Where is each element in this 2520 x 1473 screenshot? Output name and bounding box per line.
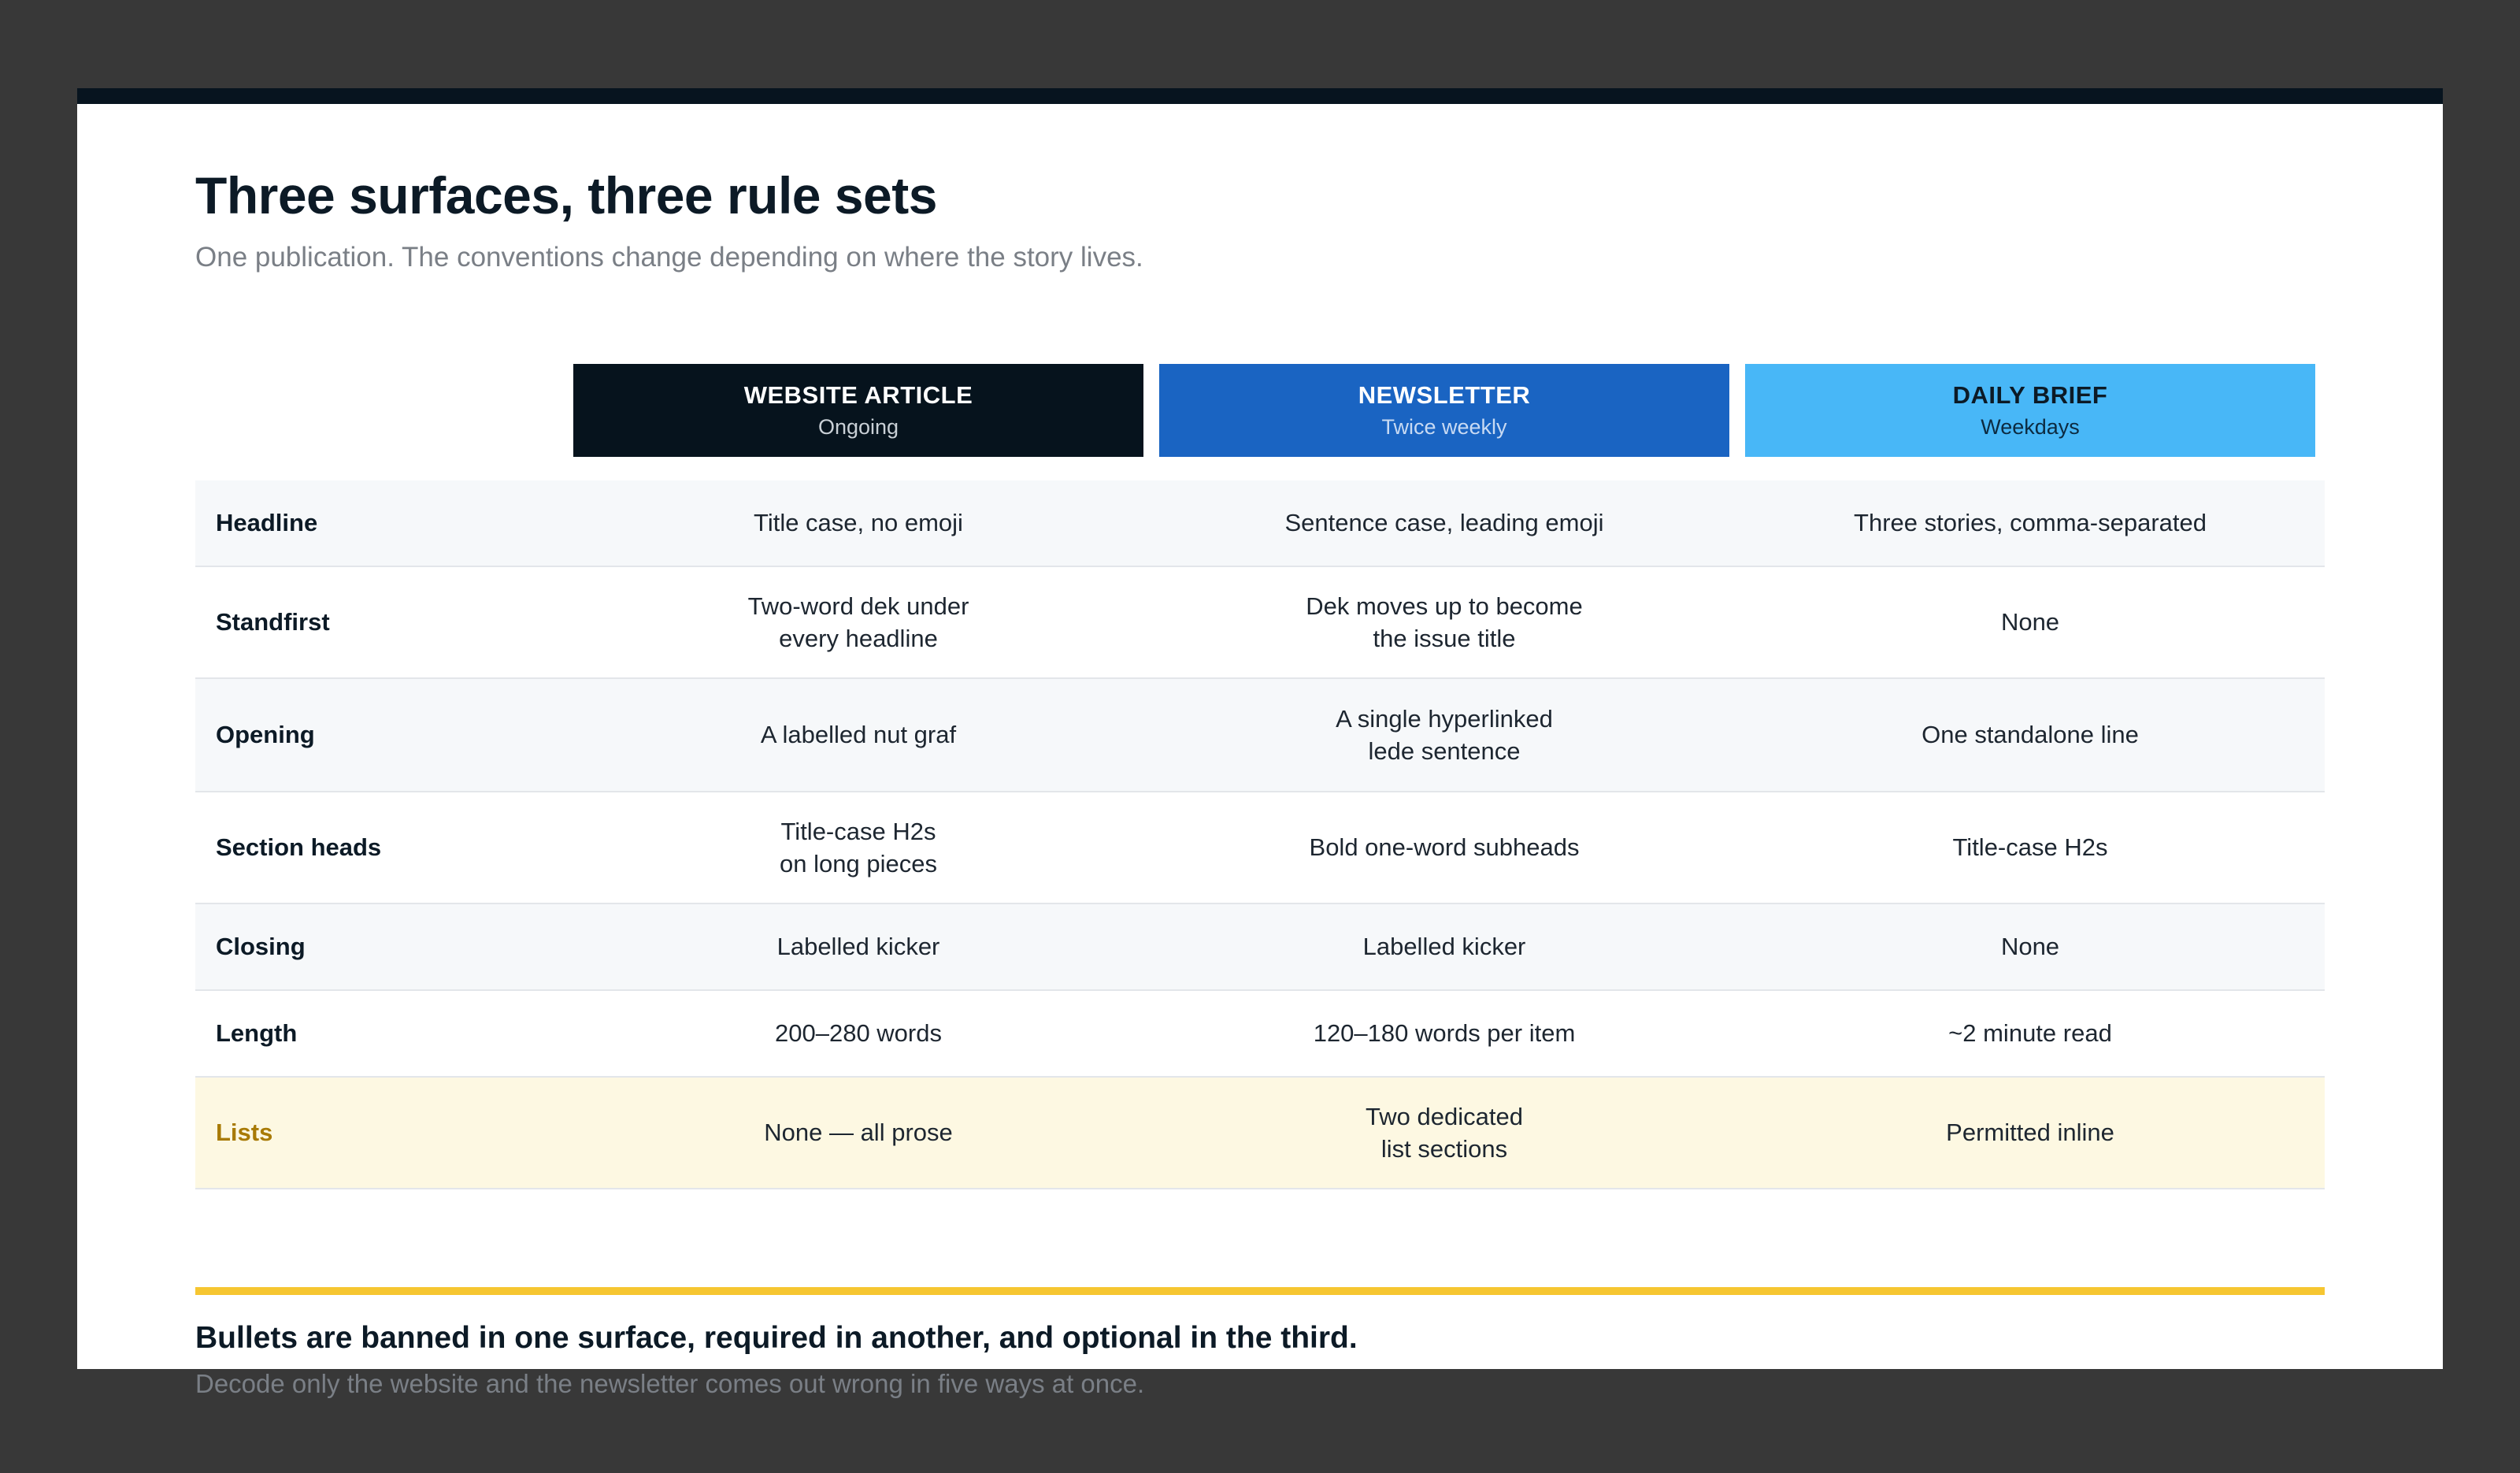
column-headers: WEBSITE ARTICLE Ongoing NEWSLETTER Twice… <box>195 364 2325 457</box>
slide-top-bar <box>77 88 2443 104</box>
row-label: Standfirst <box>216 608 330 636</box>
table-cell: Title case, no emoji <box>754 509 963 537</box>
table-cell: Title-case H2s <box>1952 833 2108 862</box>
table-cell: Labelled kicker <box>1362 933 1526 961</box>
row-label: Section heads <box>216 833 382 862</box>
table-cell: Permitted inline <box>1946 1119 2114 1147</box>
table-cell: Labelled kicker <box>776 933 940 961</box>
footer-accent-rule <box>195 1287 2325 1295</box>
table-cell: Title-case H2s on long pieces <box>780 817 937 877</box>
row-label: Length <box>216 1019 298 1048</box>
column-header-title: NEWSLETTER <box>1358 381 1531 410</box>
row-label: Closing <box>216 933 306 961</box>
column-header-daily-brief: DAILY BRIEF Weekdays <box>1745 364 2315 457</box>
slide: Three surfaces, three rule sets One publ… <box>77 88 2443 1398</box>
table-cell: Three stories, comma-separated <box>1854 509 2207 537</box>
column-header-subtitle: Twice weekly <box>1381 415 1507 440</box>
footer-title: Bullets are banned in one surface, requi… <box>195 1321 1358 1355</box>
table-cell: 200–280 words <box>775 1019 942 1048</box>
table-cell: One standalone line <box>1922 721 2139 749</box>
table-cell: Sentence case, leading emoji <box>1284 509 1604 537</box>
page-title: Three surfaces, three rule sets <box>195 166 937 224</box>
table-cell: Dek moves up to become the issue title <box>1306 592 1583 652</box>
table-cell: A labelled nut graf <box>760 721 957 749</box>
table-cell: ~2 minute read <box>1948 1019 2112 1048</box>
row-label: Lists <box>216 1119 273 1147</box>
column-header-website-article: WEBSITE ARTICLE Ongoing <box>573 364 1143 457</box>
table-row-length: Length 200–280 words 120–180 words per i… <box>195 991 2325 1078</box>
table-row-lists: Lists None — all prose Two dedicated lis… <box>195 1078 2325 1189</box>
footer-callout: Bullets are banned in one surface, requi… <box>195 1287 2325 1399</box>
table-cell: None — all prose <box>764 1119 953 1147</box>
page-subtitle: One publication. The conventions change … <box>195 242 1143 273</box>
table-cell: A single hyperlinked lede sentence <box>1336 704 1553 765</box>
table-cell: Bold one-word subheads <box>1309 833 1580 862</box>
table-cell: Two-word dek under every headline <box>747 592 969 652</box>
table-row-section-heads: Section heads Title-case H2s on long pie… <box>195 792 2325 904</box>
column-header-title: WEBSITE ARTICLE <box>743 381 973 410</box>
row-label: Opening <box>216 721 315 749</box>
table-cell: None <box>2000 933 2060 961</box>
slide-content: Three surfaces, three rule sets One publ… <box>195 166 2325 1398</box>
table-cell: Two dedicated list sections <box>1366 1102 1523 1163</box>
column-header-subtitle: Ongoing <box>817 415 899 440</box>
table-row-headline: Headline Title case, no emoji Sentence c… <box>195 480 2325 567</box>
table-row-standfirst: Standfirst Two-word dek under every head… <box>195 567 2325 679</box>
row-label: Headline <box>216 509 318 537</box>
table-cell: 120–180 words per item <box>1313 1019 1576 1048</box>
footer-subtitle: Decode only the website and the newslett… <box>195 1368 1145 1398</box>
table-row-closing: Closing Labelled kicker Labelled kicker … <box>195 904 2325 991</box>
column-header-title: DAILY BRIEF <box>1952 381 2108 410</box>
table-row-opening: Opening A labelled nut graf A single hyp… <box>195 679 2325 792</box>
comparison-table: Headline Title case, no emoji Sentence c… <box>195 480 2325 1189</box>
column-header-subtitle: Weekdays <box>1981 415 2080 440</box>
table-cell: None <box>2000 608 2060 636</box>
column-header-newsletter: NEWSLETTER Twice weekly <box>1159 364 1729 457</box>
